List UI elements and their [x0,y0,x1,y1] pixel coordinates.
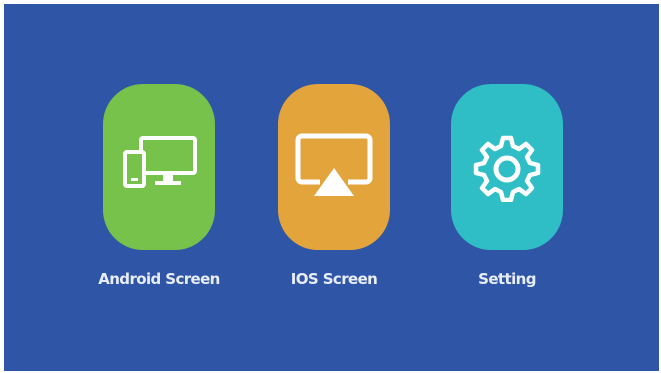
ios-screen-tile[interactable] [278,84,390,250]
menu-item-ios-screen[interactable]: IOS Screen [259,84,409,288]
gear-icon [472,132,542,202]
home-screen: Android Screen IOS Screen Setting [4,4,659,371]
setting-label: Setting [478,270,536,288]
android-screen-label: Android Screen [98,270,220,288]
menu-item-setting[interactable]: Setting [432,84,582,288]
devices-icon [119,135,199,199]
ios-screen-label: IOS Screen [290,270,378,288]
menu-item-android-screen[interactable]: Android Screen [84,84,234,288]
airplay-icon [294,132,374,202]
setting-tile[interactable] [451,84,563,250]
android-screen-tile[interactable] [103,84,215,250]
